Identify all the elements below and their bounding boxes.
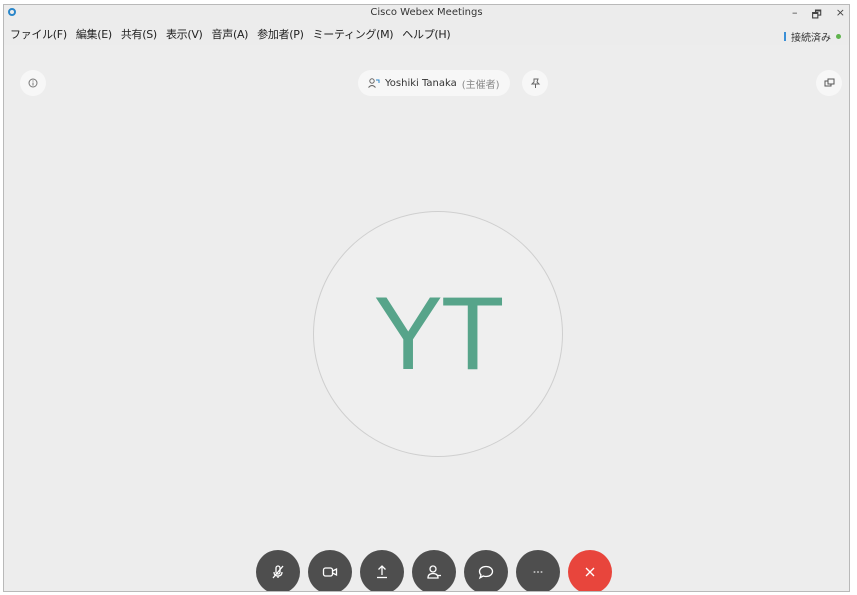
host-icon bbox=[368, 78, 380, 88]
menu-view[interactable]: 表示(V) bbox=[166, 26, 203, 42]
menu-bar: ファイル(F) 編集(E) 共有(S) 表示(V) 音声(A) 参加者(P) ミ… bbox=[4, 23, 849, 45]
share-button[interactable] bbox=[360, 550, 404, 591]
webex-window: Cisco Webex Meetings – 🗗 × ファイル(F) 編集(E)… bbox=[3, 4, 850, 592]
meeting-info-button[interactable] bbox=[20, 70, 46, 96]
share-upload-icon bbox=[377, 565, 387, 579]
info-icon bbox=[28, 78, 38, 88]
chat-button[interactable] bbox=[464, 550, 508, 591]
menu-meeting[interactable]: ミーティング(M) bbox=[313, 26, 394, 42]
menu-help[interactable]: ヘルプ(H) bbox=[402, 26, 450, 42]
microphone-muted-icon bbox=[272, 565, 284, 579]
leave-meeting-button[interactable] bbox=[568, 550, 612, 591]
window-title: Cisco Webex Meetings bbox=[370, 7, 483, 18]
active-speaker-label: Yoshiki Tanaka (主催者) bbox=[358, 70, 510, 96]
participants-icon bbox=[427, 565, 441, 579]
chat-bubble-icon bbox=[478, 565, 494, 580]
menu-file[interactable]: ファイル(F) bbox=[10, 26, 67, 42]
pin-button[interactable] bbox=[522, 70, 548, 96]
layout-button[interactable] bbox=[816, 70, 842, 96]
more-icon bbox=[533, 571, 543, 573]
meeting-controls-bar bbox=[256, 550, 612, 591]
pin-icon bbox=[530, 78, 540, 88]
meeting-stage: Yoshiki Tanaka (主催者) YT bbox=[4, 45, 849, 591]
connected-dot-icon bbox=[836, 34, 841, 39]
signal-icon bbox=[784, 32, 786, 41]
host-role: (主催者) bbox=[461, 79, 500, 91]
layout-icon bbox=[824, 78, 834, 87]
close-icon bbox=[585, 567, 595, 577]
menu-audio[interactable]: 音声(A) bbox=[212, 26, 249, 42]
menu-share[interactable]: 共有(S) bbox=[121, 26, 157, 42]
more-button[interactable] bbox=[516, 550, 560, 591]
avatar-initials: YT bbox=[373, 275, 505, 392]
mute-button[interactable] bbox=[256, 550, 300, 591]
connection-status-label: 接続済み bbox=[791, 33, 831, 44]
title-bar: Cisco Webex Meetings – 🗗 × bbox=[4, 5, 849, 23]
host-name: Yoshiki Tanaka bbox=[385, 77, 457, 89]
video-camera-icon bbox=[322, 567, 338, 577]
video-button[interactable] bbox=[308, 550, 352, 591]
participant-avatar: YT bbox=[313, 211, 563, 457]
connection-status[interactable]: 接続済み bbox=[784, 29, 841, 44]
menu-participants[interactable]: 参加者(P) bbox=[257, 26, 304, 42]
menu-edit[interactable]: 編集(E) bbox=[76, 26, 112, 42]
participants-button[interactable] bbox=[412, 550, 456, 591]
